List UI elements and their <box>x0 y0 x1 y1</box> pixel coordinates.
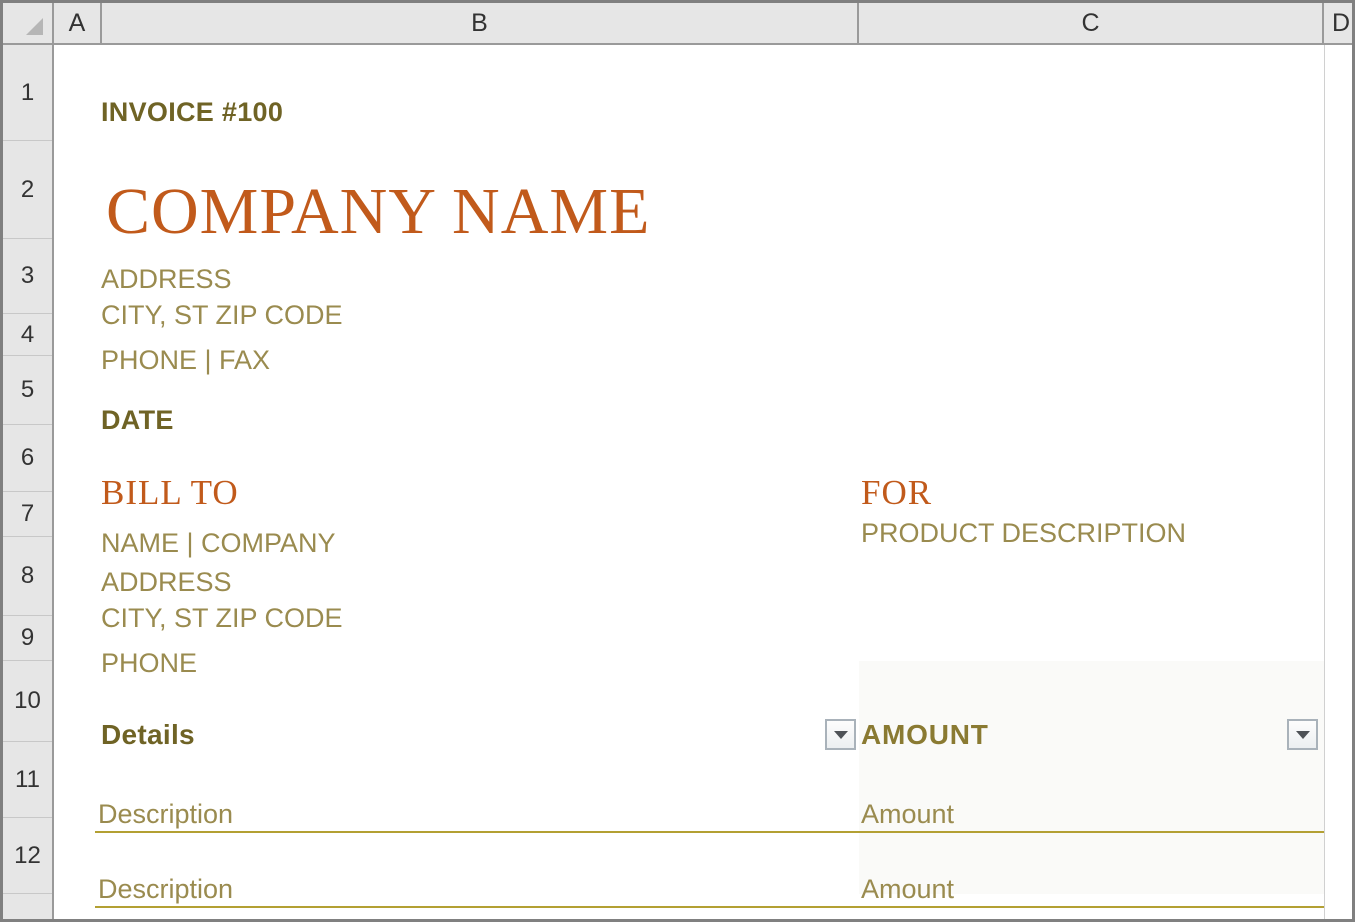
for-product-description: PRODUCT DESCRIPTION <box>861 518 1187 548</box>
line-item-description-1[interactable]: Description <box>98 801 233 828</box>
row-header-7-label: 7 <box>20 500 35 527</box>
line-item-rule-1 <box>95 831 1324 833</box>
row-header-9[interactable]: 9 <box>3 616 52 661</box>
row-header-11-label: 11 <box>15 765 40 793</box>
row-header-5[interactable]: 5 <box>3 356 52 425</box>
select-all-triangle-icon <box>26 18 43 35</box>
row-header-4[interactable]: 4 <box>3 314 52 356</box>
bill-to-address: ADDRESS <box>101 567 232 597</box>
bill-to-heading: BILL TO <box>101 473 239 512</box>
row-header-strip: 1 2 3 4 5 6 7 8 9 10 11 12 <box>3 45 54 919</box>
row-header-7[interactable]: 7 <box>3 492 52 537</box>
invoice-number-label: INVOICE #100 <box>101 97 284 127</box>
row-header-3-label: 3 <box>20 262 35 289</box>
sender-address: ADDRESS <box>101 264 232 294</box>
column-header-c[interactable]: C <box>859 3 1324 43</box>
row-header-6[interactable]: 6 <box>3 425 52 492</box>
bill-to-name-company: NAME | COMPANY <box>101 528 336 558</box>
sender-phone-fax: PHONE | FAX <box>101 345 271 375</box>
row-header-10-label: 10 <box>14 687 41 714</box>
line-item-amount-2[interactable]: Amount <box>861 876 954 903</box>
spreadsheet-window: A B C D 1 2 3 4 5 6 7 8 9 10 11 12 INVOI… <box>0 0 1355 922</box>
row-header-8[interactable]: 8 <box>3 537 52 616</box>
row-header-9-label: 9 <box>20 624 35 651</box>
row-header-12[interactable]: 12 <box>3 818 52 894</box>
line-item-description-2[interactable]: Description <box>98 876 233 903</box>
row-header-11[interactable]: 11 <box>3 742 52 818</box>
table-header-amount: AMOUNT <box>861 719 989 750</box>
column-header-d-label: D <box>1331 8 1351 37</box>
bill-to-phone: PHONE <box>101 648 198 678</box>
row-header-1-label: 1 <box>20 78 35 106</box>
row-header-8-label: 8 <box>20 562 35 589</box>
column-header-d[interactable]: D <box>1324 3 1352 43</box>
sender-city-state-zip: CITY, ST ZIP CODE <box>101 300 343 330</box>
line-item-amount-1[interactable]: Amount <box>861 801 954 828</box>
row-header-1[interactable]: 1 <box>3 45 52 141</box>
chevron-down-icon <box>833 730 848 739</box>
for-heading: FOR <box>861 473 933 512</box>
table-header-details: Details <box>101 719 195 750</box>
row-header-3[interactable]: 3 <box>3 239 52 314</box>
row-header-10[interactable]: 10 <box>3 661 52 742</box>
row-header-12-label: 12 <box>14 841 41 869</box>
column-c-fill-header <box>859 661 1324 894</box>
column-header-b[interactable]: B <box>102 3 859 43</box>
row-header-5-label: 5 <box>20 376 35 403</box>
row-header-2[interactable]: 2 <box>3 141 52 239</box>
sheet-grid[interactable]: INVOICE #100 COMPANY NAME ADDRESS CITY, … <box>54 45 1352 919</box>
column-header-c-label: C <box>1081 8 1100 37</box>
column-header-a[interactable]: A <box>54 3 102 43</box>
column-header-bar: A B C D <box>3 3 1352 45</box>
filter-dropdown-amount[interactable] <box>1287 719 1318 750</box>
column-d-separator <box>1324 45 1325 919</box>
date-label: DATE <box>101 405 174 435</box>
row-header-6-label: 6 <box>20 444 35 471</box>
select-all-corner[interactable] <box>3 3 54 43</box>
column-header-b-label: B <box>471 8 488 37</box>
line-item-rule-2 <box>95 906 1324 908</box>
company-name: COMPANY NAME <box>106 175 651 248</box>
filter-dropdown-details[interactable] <box>825 719 856 750</box>
row-header-4-label: 4 <box>20 320 35 348</box>
chevron-down-icon <box>1295 730 1310 739</box>
column-header-a-label: A <box>68 8 86 37</box>
row-header-2-label: 2 <box>20 175 35 203</box>
bill-to-city-state-zip: CITY, ST ZIP CODE <box>101 603 343 633</box>
